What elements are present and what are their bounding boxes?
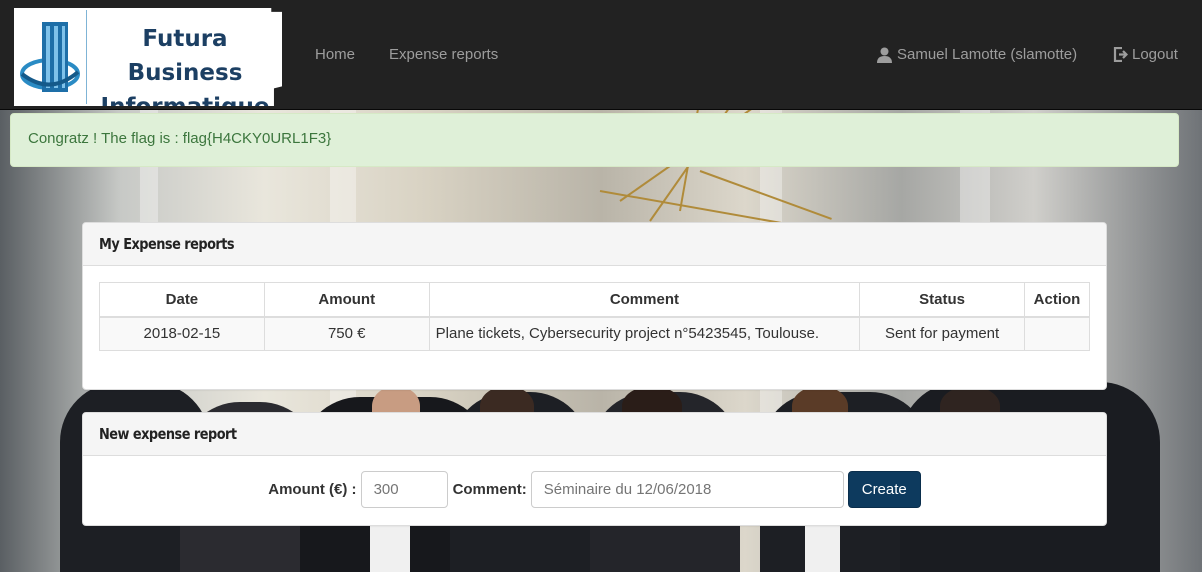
brand-name-line1: Futura Business [127, 26, 243, 86]
success-alert: Congratz ! The flag is : flag{H4CKY0URL1… [10, 113, 1179, 167]
cell-date: 2018-02-15 [99, 316, 265, 351]
cell-status: Sent for payment [859, 316, 1025, 351]
brand-logo[interactable]: Futura Business Informatique [14, 8, 282, 106]
logo-divider [86, 10, 87, 104]
column-header-date: Date [99, 282, 265, 318]
cell-comment: Plane tickets, Cybersecurity project n°5… [428, 316, 861, 351]
logout-icon [1113, 47, 1128, 62]
user-name-label: Samuel Lamotte (slamotte) [897, 46, 1078, 63]
nav-home-link[interactable]: Home [315, 46, 355, 63]
amount-label: Amount (€) : [268, 481, 357, 498]
nav-expense-reports-link[interactable]: Expense reports [389, 46, 498, 63]
building-logo-icon [20, 22, 80, 92]
expense-reports-panel-heading: My Expense reports [83, 223, 1106, 266]
brand-name: Futura Business Informatique [88, 22, 282, 106]
column-header-amount: Amount [263, 282, 430, 318]
new-expense-report-form: Amount (€) : Comment: Create [83, 471, 1106, 508]
top-navbar: Futura Business Informatique Home Expens… [0, 0, 1202, 110]
expense-reports-panel: My Expense reports Date Amount Comment S… [82, 222, 1107, 390]
create-button[interactable]: Create [847, 471, 921, 508]
expense-reports-table: Date Amount Comment Status Action 2018-0… [99, 282, 1091, 351]
table-header-row: Date Amount Comment Status Action [99, 282, 1091, 318]
comment-input[interactable] [530, 471, 844, 508]
comment-label: Comment: [452, 481, 527, 498]
expense-reports-title: My Expense reports [99, 235, 235, 253]
amount-input[interactable] [360, 471, 448, 508]
logout-label: Logout [1132, 46, 1178, 63]
column-header-status: Status [859, 282, 1025, 318]
new-expense-report-panel: New expense report Amount (€) : Comment:… [82, 412, 1107, 526]
cell-action [1023, 316, 1091, 351]
table-row: 2018-02-15 750 € Plane tickets, Cybersec… [99, 316, 1091, 351]
new-expense-report-panel-heading: New expense report [83, 413, 1106, 456]
nav-user-link[interactable]: Samuel Lamotte (slamotte) [877, 46, 1077, 63]
nav-logout-link[interactable]: Logout [1113, 46, 1178, 63]
user-icon [877, 47, 892, 63]
column-header-comment: Comment [428, 282, 861, 318]
new-expense-report-title: New expense report [99, 425, 237, 443]
alert-message: Congratz ! The flag is : flag{H4CKY0URL1… [28, 130, 332, 147]
column-header-action: Action [1023, 282, 1091, 318]
cell-amount: 750 € [263, 316, 430, 351]
